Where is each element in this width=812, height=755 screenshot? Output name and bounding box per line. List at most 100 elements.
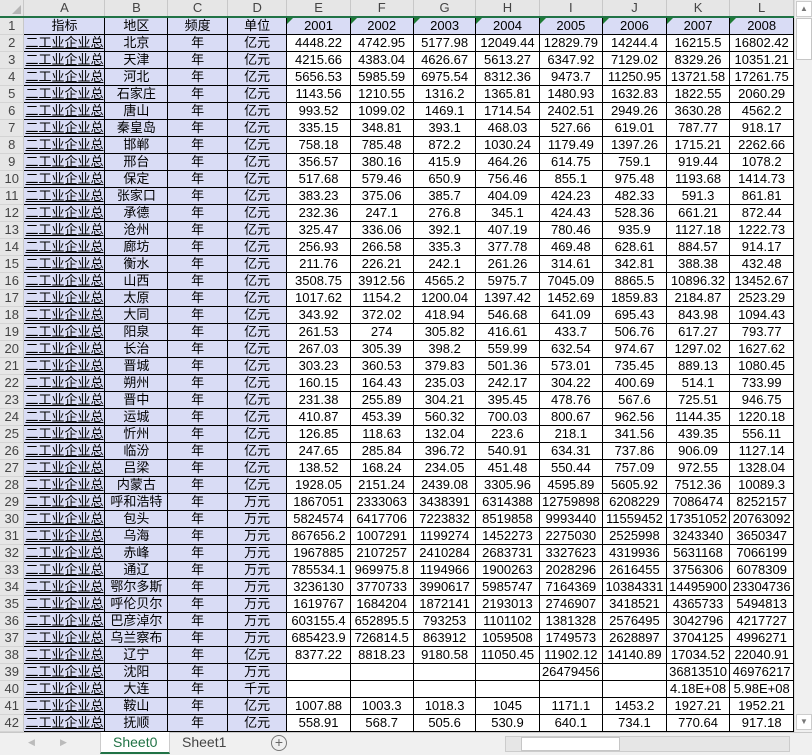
row-header[interactable]: 27 bbox=[0, 459, 25, 477]
frequency-cell[interactable]: 年 bbox=[167, 527, 228, 545]
add-sheet-icon[interactable]: + bbox=[271, 735, 287, 751]
value-cell[interactable]: 3630.28 bbox=[665, 102, 731, 120]
prev-sheet-icon[interactable]: ◀ bbox=[28, 737, 35, 748]
region-cell[interactable]: 晋城 bbox=[104, 357, 169, 375]
value-cell[interactable] bbox=[475, 663, 540, 681]
value-cell[interactable]: 8329.26 bbox=[665, 51, 731, 69]
value-cell[interactable]: 335.15 bbox=[286, 119, 351, 137]
value-cell[interactable]: 1900263 bbox=[475, 561, 540, 579]
value-cell[interactable]: 385.7 bbox=[412, 187, 477, 205]
value-cell[interactable]: 1059508 bbox=[475, 629, 540, 647]
value-cell[interactable]: 1154.2 bbox=[349, 289, 414, 307]
unit-cell[interactable]: 万元 bbox=[226, 561, 288, 579]
value-cell[interactable]: 314.61 bbox=[538, 255, 604, 273]
value-cell[interactable]: 1859.83 bbox=[602, 289, 667, 307]
unit-cell[interactable]: 亿元 bbox=[226, 255, 288, 273]
value-cell[interactable]: 603155.4 bbox=[286, 612, 351, 630]
value-cell[interactable]: 235.03 bbox=[412, 374, 477, 392]
value-cell[interactable] bbox=[412, 663, 477, 681]
value-cell[interactable]: 23304736 bbox=[729, 578, 794, 596]
value-cell[interactable]: 266.58 bbox=[349, 238, 414, 256]
indicator-cell[interactable]: 二工业企业总 bbox=[23, 340, 106, 358]
select-all-button[interactable] bbox=[0, 0, 25, 18]
value-cell[interactable]: 787.77 bbox=[665, 119, 731, 137]
value-cell[interactable]: 4996271 bbox=[729, 629, 794, 647]
value-cell[interactable]: 4565.2 bbox=[412, 272, 477, 290]
value-cell[interactable]: 1927.21 bbox=[665, 697, 731, 715]
unit-cell[interactable]: 亿元 bbox=[226, 85, 288, 103]
value-cell[interactable]: 560.32 bbox=[412, 408, 477, 426]
value-cell[interactable]: 9473.7 bbox=[538, 68, 604, 86]
value-cell[interactable]: 345.1 bbox=[475, 204, 540, 222]
row-header[interactable]: 35 bbox=[0, 595, 25, 613]
value-cell[interactable]: 2746907 bbox=[538, 595, 604, 613]
value-cell[interactable]: 4742.95 bbox=[349, 34, 414, 52]
value-cell[interactable] bbox=[475, 680, 540, 698]
value-cell[interactable]: 1453.2 bbox=[602, 697, 667, 715]
region-cell[interactable]: 廊坊 bbox=[104, 238, 169, 256]
indicator-cell[interactable]: 二工业企业总 bbox=[23, 391, 106, 409]
value-cell[interactable]: 4595.89 bbox=[538, 476, 604, 494]
unit-cell[interactable]: 万元 bbox=[226, 629, 288, 647]
value-cell[interactable]: 11559452 bbox=[602, 510, 667, 528]
value-cell[interactable]: 356.57 bbox=[286, 153, 351, 171]
unit-cell[interactable]: 亿元 bbox=[226, 442, 288, 460]
value-cell[interactable]: 407.19 bbox=[475, 221, 540, 239]
column-header-G[interactable]: G bbox=[413, 0, 477, 18]
value-cell[interactable]: 478.76 bbox=[538, 391, 604, 409]
value-cell[interactable]: 1867051 bbox=[286, 493, 351, 511]
unit-cell[interactable]: 亿元 bbox=[226, 408, 288, 426]
value-cell[interactable]: 800.67 bbox=[538, 408, 604, 426]
value-cell[interactable]: 700.03 bbox=[475, 408, 540, 426]
value-cell[interactable]: 418.94 bbox=[412, 306, 477, 324]
value-cell[interactable]: 1220.18 bbox=[729, 408, 794, 426]
value-cell[interactable]: 889.13 bbox=[665, 357, 731, 375]
indicator-cell[interactable]: 二工业企业总 bbox=[23, 459, 106, 477]
value-cell[interactable]: 785.48 bbox=[349, 136, 414, 154]
indicator-cell[interactable]: 二工业企业总 bbox=[23, 85, 106, 103]
indicator-cell[interactable]: 二工业企业总 bbox=[23, 102, 106, 120]
value-cell[interactable]: 451.48 bbox=[475, 459, 540, 477]
frequency-cell[interactable]: 年 bbox=[167, 612, 228, 630]
value-cell[interactable]: 404.09 bbox=[475, 187, 540, 205]
unit-cell[interactable]: 亿元 bbox=[226, 204, 288, 222]
indicator-cell[interactable]: 二工业企业总 bbox=[23, 306, 106, 324]
frequency-cell[interactable]: 年 bbox=[167, 561, 228, 579]
value-cell[interactable]: 14140.89 bbox=[602, 646, 667, 664]
frequency-cell[interactable]: 年 bbox=[167, 493, 228, 511]
indicator-cell[interactable]: 二工业企业总 bbox=[23, 136, 106, 154]
value-cell[interactable]: 1094.43 bbox=[729, 306, 794, 324]
value-cell[interactable]: 2107257 bbox=[349, 544, 414, 562]
value-cell[interactable]: 360.53 bbox=[349, 357, 414, 375]
value-cell[interactable]: 918.17 bbox=[729, 119, 794, 137]
value-cell[interactable]: 573.01 bbox=[538, 357, 604, 375]
value-cell[interactable]: 1480.93 bbox=[538, 85, 604, 103]
value-cell[interactable]: 3236130 bbox=[286, 578, 351, 596]
value-cell[interactable]: 1018.3 bbox=[412, 697, 477, 715]
value-cell[interactable]: 650.9 bbox=[412, 170, 477, 188]
row-header[interactable]: 14 bbox=[0, 238, 25, 256]
frequency-cell[interactable]: 年 bbox=[167, 374, 228, 392]
value-cell[interactable] bbox=[602, 680, 667, 698]
value-cell[interactable]: 734.1 bbox=[602, 714, 667, 732]
value-cell[interactable]: 4215.66 bbox=[286, 51, 351, 69]
value-cell[interactable]: 1045 bbox=[475, 697, 540, 715]
indicator-cell[interactable]: 二工业企业总 bbox=[23, 68, 106, 86]
value-cell[interactable]: 482.33 bbox=[602, 187, 667, 205]
spreadsheet-grid[interactable]: ABCDEFGHIJKL 1 指标 地区 频度 单位 2001 2002 2003 2004 20… bbox=[0, 0, 794, 732]
value-cell[interactable]: 1928.05 bbox=[286, 476, 351, 494]
value-cell[interactable]: 247.65 bbox=[286, 442, 351, 460]
value-cell[interactable]: 11902.12 bbox=[538, 646, 604, 664]
indicator-cell[interactable]: 二工业企业总 bbox=[23, 187, 106, 205]
value-cell[interactable]: 118.63 bbox=[349, 425, 414, 443]
value-cell[interactable]: 164.43 bbox=[349, 374, 414, 392]
value-cell[interactable]: 567.6 bbox=[602, 391, 667, 409]
value-cell[interactable]: 7512.36 bbox=[665, 476, 731, 494]
header-cell[interactable]: 2005 bbox=[538, 16, 604, 35]
indicator-cell[interactable]: 二工业企业总 bbox=[23, 272, 106, 290]
region-cell[interactable]: 呼和浩特 bbox=[104, 493, 169, 511]
frequency-cell[interactable]: 年 bbox=[167, 68, 228, 86]
value-cell[interactable]: 424.43 bbox=[538, 204, 604, 222]
row-header[interactable]: 36 bbox=[0, 612, 25, 630]
value-cell[interactable]: 1316.2 bbox=[412, 85, 477, 103]
